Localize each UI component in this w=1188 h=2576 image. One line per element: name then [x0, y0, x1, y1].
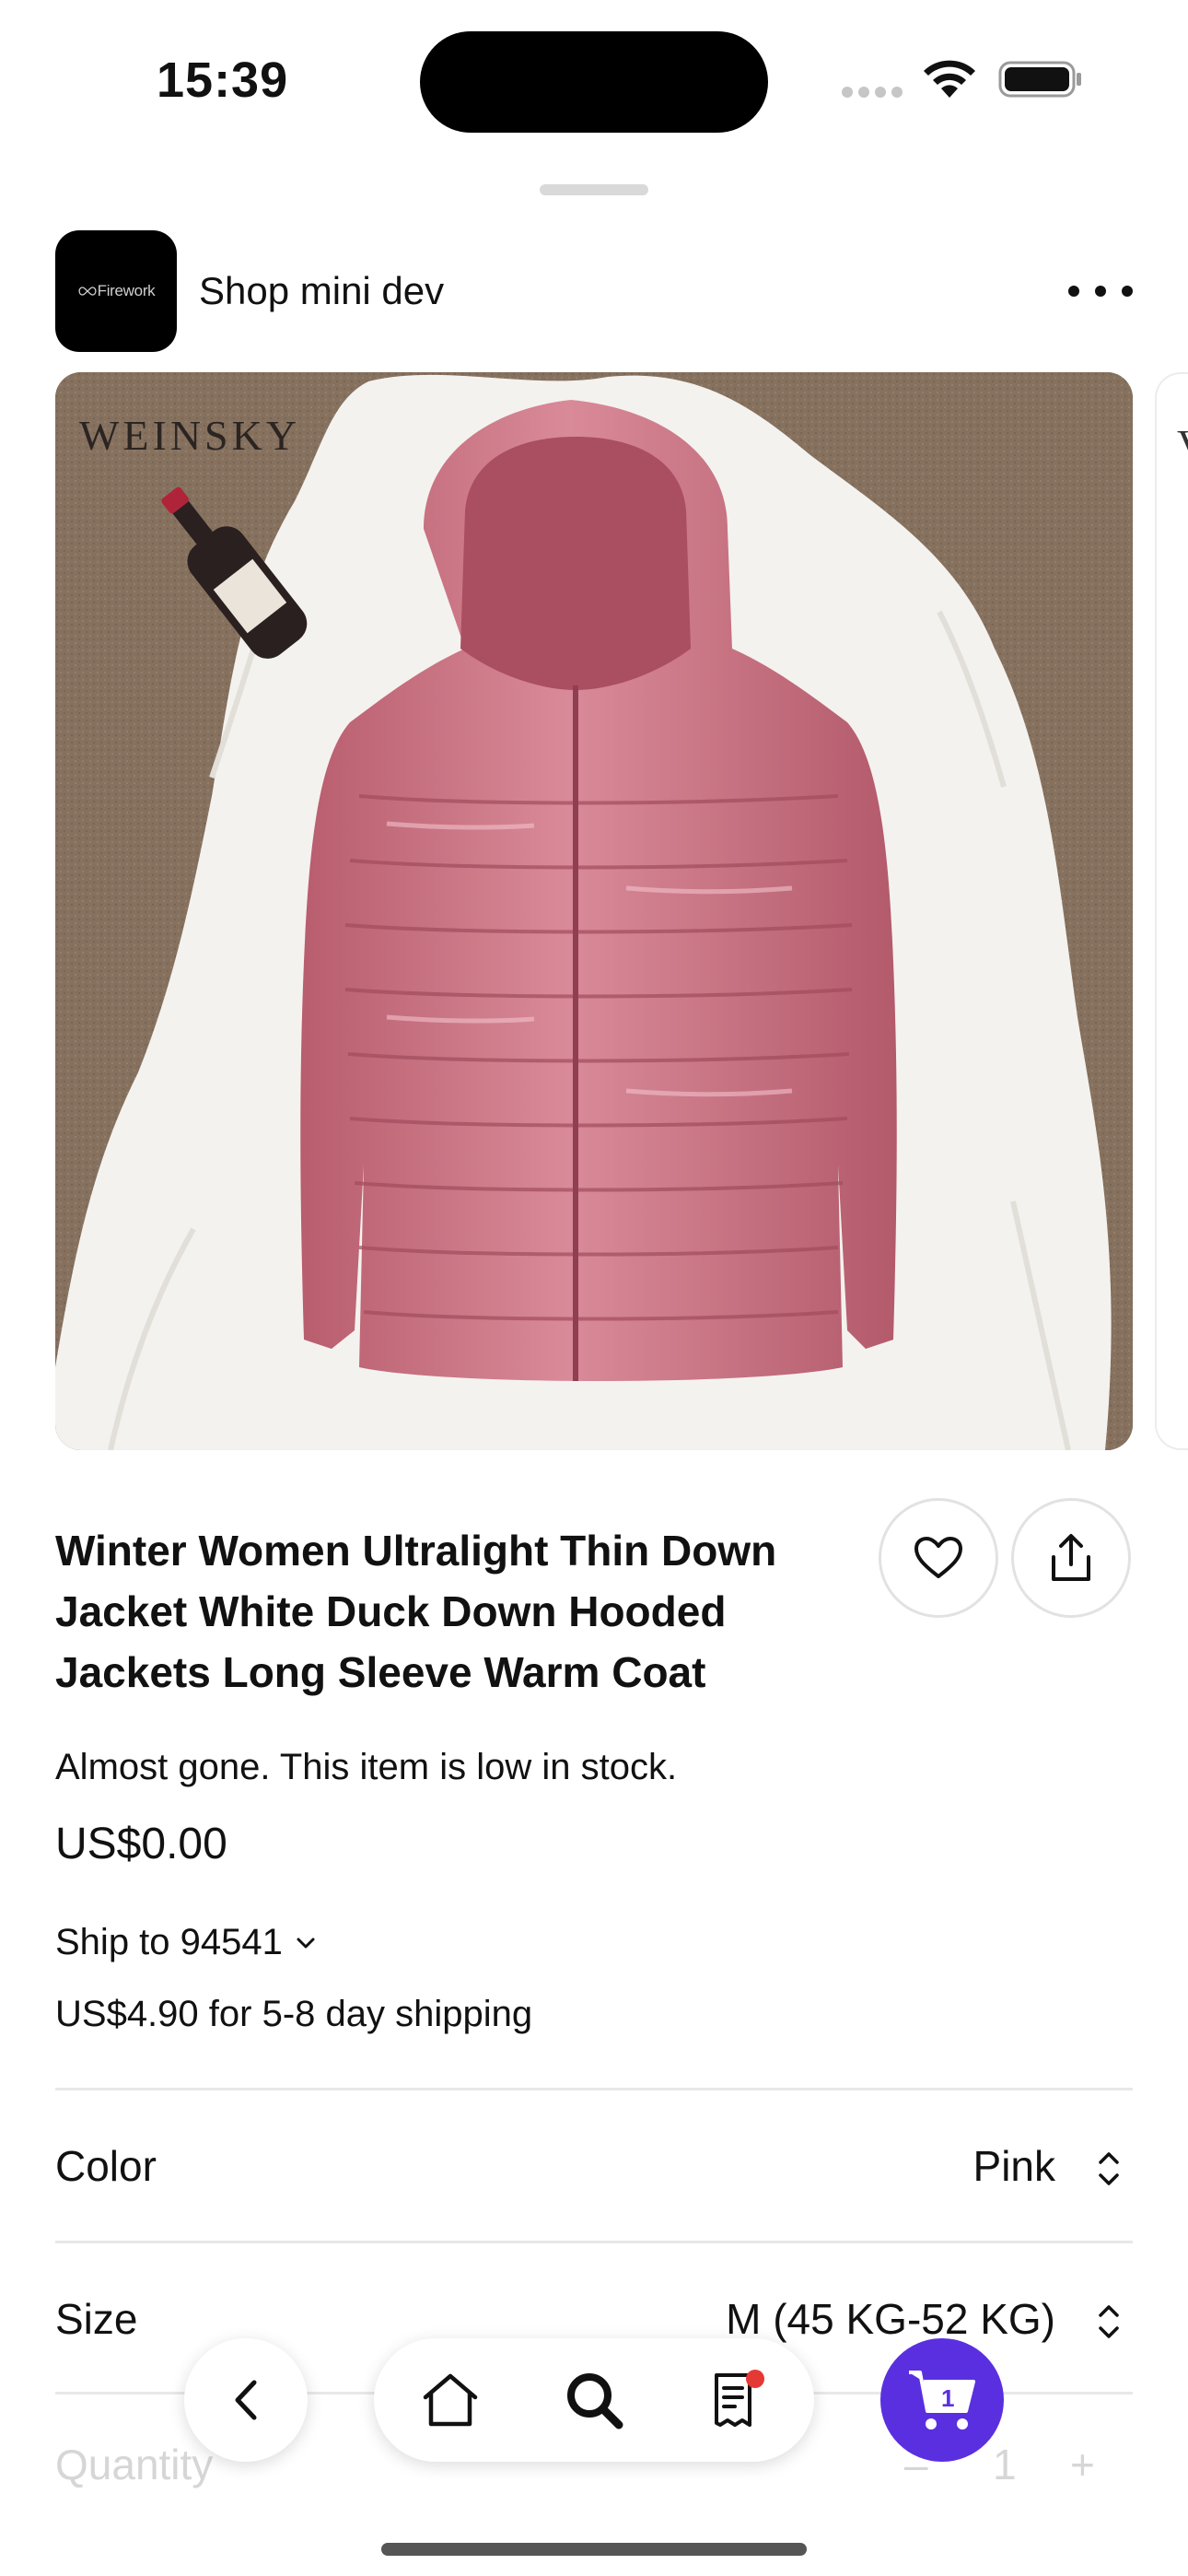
- ship-to-selector[interactable]: Ship to 94541: [55, 1922, 316, 1963]
- jacket-photo: WEINSKY: [55, 372, 1133, 1450]
- shipping-info: US$4.90 for 5-8 day shipping: [55, 1994, 533, 2034]
- cart-button[interactable]: 1: [880, 2338, 1004, 2462]
- nav-search-button[interactable]: [560, 2366, 628, 2434]
- share-icon: [1052, 1534, 1090, 1581]
- product-title: Winter Women Ultralight Thin Down Jacket…: [55, 1527, 777, 1696]
- size-value: M (45 KG-52 KG): [726, 2295, 1055, 2343]
- quantity-value: 1: [993, 2441, 1017, 2488]
- divider: [55, 2088, 1133, 2090]
- heart-icon: [914, 1537, 962, 1578]
- ship-to-label: Ship to 94541: [55, 1922, 283, 1962]
- shop-header: Firework Shop mini dev: [55, 230, 1133, 352]
- image-brand-text: WEINSKY: [79, 412, 300, 459]
- infinity-logo-icon: [78, 287, 97, 296]
- dynamic-island: [420, 31, 768, 133]
- color-selector[interactable]: Color Pink: [55, 2119, 1133, 2211]
- wifi-icon: [924, 60, 975, 98]
- sort-icon: [1099, 2305, 1119, 2338]
- shop-name[interactable]: Shop mini dev: [199, 269, 444, 313]
- share-button[interactable]: [1011, 1498, 1131, 1618]
- next-product-image[interactable]: V: [1155, 372, 1188, 1450]
- color-value: Pink: [973, 2142, 1055, 2190]
- shop-logo-text: Firework: [97, 282, 156, 299]
- nav-home-button[interactable]: [416, 2366, 484, 2434]
- sort-icon: [1099, 2152, 1119, 2185]
- price: US$0.00: [55, 1820, 227, 1868]
- bottom-nav: [374, 2338, 814, 2462]
- back-button[interactable]: [184, 2338, 308, 2462]
- divider: [55, 2241, 1133, 2243]
- product-image[interactable]: WEINSKY: [55, 372, 1133, 1450]
- size-label: Size: [55, 2295, 138, 2343]
- cellular-signal-icon: [842, 87, 903, 98]
- quantity-label: Quantity: [55, 2441, 214, 2488]
- search-icon: [567, 2373, 623, 2430]
- shop-logo[interactable]: Firework: [55, 230, 177, 352]
- sheet-grabber[interactable]: [540, 184, 648, 195]
- home-icon: [423, 2373, 478, 2427]
- stock-message: Almost gone. This item is low in stock.: [55, 1747, 678, 1787]
- battery-icon: [998, 61, 1081, 98]
- favorite-button[interactable]: [879, 1498, 998, 1618]
- home-indicator: [381, 2543, 807, 2556]
- back-icon: [235, 2380, 257, 2420]
- cart-count-badge: 1: [941, 2384, 955, 2412]
- nav-orders-button[interactable]: [704, 2366, 772, 2434]
- notification-badge: [746, 2370, 764, 2388]
- chevron-down-icon: [297, 1938, 315, 1948]
- color-label: Color: [55, 2142, 157, 2190]
- receipt-icon: [715, 2370, 764, 2427]
- status-time: 15:39: [157, 53, 289, 108]
- quantity-increase-button[interactable]: +: [1070, 2440, 1095, 2489]
- status-bar: 15:39: [0, 0, 1188, 157]
- more-icon[interactable]: [1068, 273, 1133, 310]
